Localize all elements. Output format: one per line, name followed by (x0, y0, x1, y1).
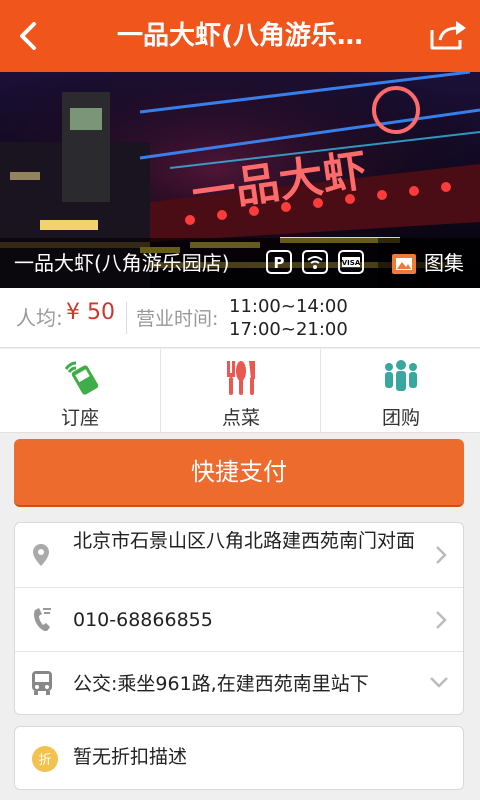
hours-dinner: 17:00~21:00 (229, 319, 348, 340)
order-dishes-label: 点菜 (221, 407, 260, 429)
phone-icon (34, 608, 51, 632)
phone-row[interactable]: 010-68866855 (15, 587, 463, 651)
reserve-button[interactable]: 订座 (0, 349, 160, 433)
top-bar: 一品大虾(八角游乐… (0, 0, 480, 72)
info-strip: 人均: ¥ 50 营业时间: 11:00~14:00 17:00~21:00 (0, 288, 480, 348)
feature-row: 订座 点菜 团购 (0, 349, 480, 433)
location-pin-icon (33, 544, 49, 566)
gallery-label: 图集 (424, 251, 464, 275)
transit-text: 公交:乘坐961路,在建西苑南里站下 (73, 673, 369, 695)
back-button[interactable] (12, 18, 48, 54)
discount-card: 折 暂无折扣描述 (14, 726, 464, 790)
gallery-icon (392, 254, 416, 274)
chevron-down-icon (430, 677, 448, 688)
group-buy-button[interactable]: 团购 (320, 349, 480, 433)
svg-text:VISA: VISA (342, 259, 361, 267)
store-photo[interactable]: 一品大虾 一品大虾(八角游乐园店) P VISA 图集 (0, 72, 480, 288)
gallery-button[interactable]: 图集 (378, 238, 480, 288)
address-row[interactable]: 北京市石景山区八角北路建西苑南门对面 (15, 523, 463, 587)
parking-icon: P (266, 250, 292, 274)
discount-badge-text: 折 (38, 753, 51, 768)
address-text: 北京市石景山区八角北路建西苑南门对面 (73, 530, 416, 552)
info-divider (126, 302, 127, 334)
quick-pay-button[interactable]: 快捷支付 (14, 439, 464, 507)
share-icon (430, 21, 466, 50)
share-button[interactable] (428, 18, 468, 54)
avg-price-value: ¥ 50 (66, 300, 115, 325)
wifi-icon (302, 250, 328, 274)
chevron-right-icon (436, 611, 447, 629)
group-buy-label: 团购 (381, 407, 420, 429)
avg-price-label: 人均: (16, 306, 63, 330)
page-title: 一品大虾(八角游乐… (117, 21, 363, 51)
order-dishes-button[interactable]: 点菜 (160, 349, 320, 433)
discount-badge-icon: 折 (32, 746, 58, 772)
transit-row[interactable]: 公交:乘坐961路,在建西苑南里站下 (15, 651, 463, 714)
visa-card-icon: VISA (338, 250, 364, 274)
svg-text:P: P (274, 254, 285, 272)
reserve-label: 订座 (60, 407, 99, 429)
bus-icon (32, 671, 52, 695)
phone-reserve-icon (64, 361, 99, 395)
discount-row: 折 暂无折扣描述 (15, 727, 463, 789)
details-card: 北京市石景山区八角北路建西苑南门对面 010-68866855 公交:乘坐961… (14, 522, 464, 715)
utensils-icon (227, 361, 255, 395)
hours-label: 营业时间: (136, 308, 219, 330)
discount-text: 暂无折扣描述 (73, 746, 188, 768)
chevron-right-icon (436, 546, 447, 564)
back-arrow-icon (20, 22, 36, 50)
phone-number: 010-68866855 (73, 609, 213, 631)
hours-lunch: 11:00~14:00 (229, 296, 348, 317)
store-name: 一品大虾(八角游乐园店) (14, 251, 230, 275)
group-icon (385, 360, 417, 391)
